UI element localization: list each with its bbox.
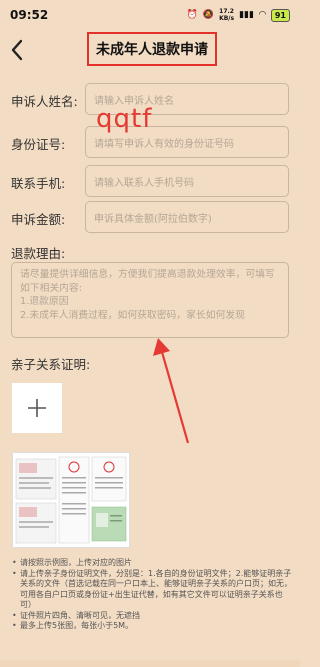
overlay-annotation: qqtf [96, 104, 153, 134]
phone-row: 联系手机: 请输入联系人手机号码 [0, 165, 300, 199]
network-speed: 17.2 KB/s [219, 8, 235, 22]
page-title: 未成年人退款申请 [96, 42, 208, 58]
proof-label: 亲子关系证明: [11, 357, 91, 372]
name-label: 申诉人姓名: [11, 94, 78, 109]
upload-image-button[interactable] [12, 383, 62, 433]
upload-notes: • 请按照示例图，上传对应的图片 • 请上传亲子身份证明文件，分别是：1.各自的… [12, 558, 292, 632]
reason-placeholder: 请尽量提供详细信息，方便我们提高退款处理效率，可填写如下相关内容: 1.退款原因… [20, 269, 275, 321]
document-illustration [13, 453, 129, 547]
note-item: • 请上传亲子身份证明文件，分别是：1.各自的身份证明文件；2.能够证明亲子关系… [12, 568, 292, 610]
phone-input[interactable]: 请输入联系人手机号码 [85, 165, 289, 197]
status-time: 09:52 [10, 8, 49, 22]
status-bar: 09:52 ⏰ 🔕 17.2 KB/s ▮▮▮ ◠ 91 [0, 0, 300, 30]
bottom-edge [0, 660, 300, 667]
back-button[interactable] [10, 36, 30, 64]
note-item: • 请按照示例图，上传对应的图片 [12, 558, 132, 567]
status-icons: ⏰ 🔕 17.2 KB/s ▮▮▮ ◠ 91 [187, 8, 290, 22]
signal-icon: ▮▮▮ [239, 10, 254, 20]
header: 未成年人退款申请 [0, 30, 300, 70]
chevron-left-icon [11, 39, 23, 61]
amount-input[interactable]: 申诉具体金额(阿拉伯数字) [85, 201, 289, 233]
note-item: • 最多上传5张图，每张小于5M。 [12, 621, 134, 630]
note-item: • 证件照片四角、清晰可见，无遮挡 [12, 610, 140, 620]
mute-icon: 🔕 [202, 10, 215, 20]
id-card-label: 身份证号: [11, 137, 66, 152]
wifi-icon: ◠ [258, 10, 266, 20]
reason-textarea[interactable]: 请尽量提供详细信息，方便我们提高退款处理效率，可填写如下相关内容: 1.退款原因… [11, 262, 289, 338]
battery-indicator: 91 [270, 8, 290, 22]
reason-label: 退款理由: [11, 246, 66, 261]
title-highlight-box: 未成年人退款申请 [87, 32, 217, 66]
plus-icon [28, 399, 46, 417]
amount-row: 申诉金额: 申诉具体金额(阿拉伯数字) [0, 201, 300, 235]
phone-label: 联系手机: [11, 176, 66, 191]
example-document-image[interactable] [12, 452, 130, 548]
amount-label: 申诉金额: [11, 212, 66, 227]
alarm-icon: ⏰ [186, 10, 198, 20]
